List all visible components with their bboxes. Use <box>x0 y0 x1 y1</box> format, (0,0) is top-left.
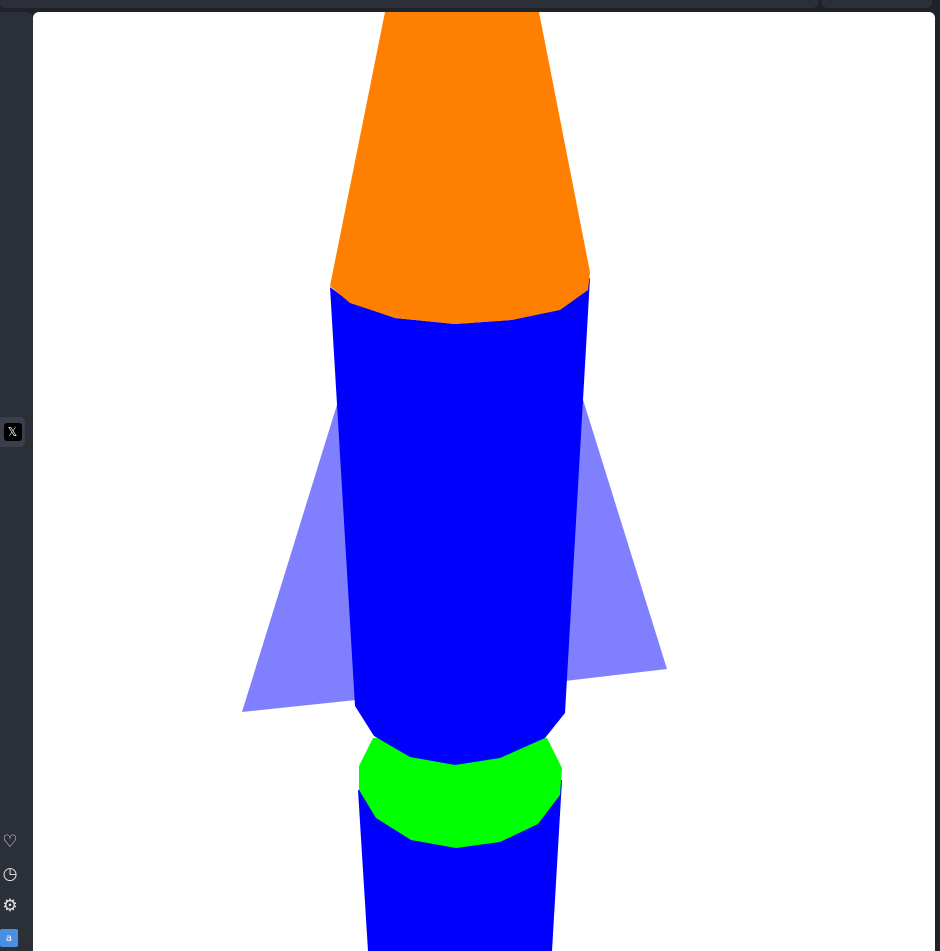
tab-bar-left <box>0 0 818 8</box>
translate-icon[interactable]: a <box>0 929 18 947</box>
nose-cone <box>330 12 590 324</box>
window-right-edge <box>935 12 940 951</box>
heart-icon[interactable]: ♡ <box>0 832 20 852</box>
tab-bar-right <box>822 0 932 8</box>
rocket-scene <box>242 12 667 951</box>
x-logo-icon: 𝕏 <box>3 423 22 441</box>
window-top-strip <box>0 0 940 12</box>
sidebar: 𝕏 ♡ ◷ ⚙ a <box>0 12 33 951</box>
clock-icon[interactable]: ◷ <box>0 864 20 884</box>
3d-viewport[interactable] <box>33 12 935 951</box>
left-fin <box>242 395 356 712</box>
x-share-button[interactable]: 𝕏 <box>0 417 25 447</box>
gear-icon[interactable]: ⚙ <box>0 896 20 916</box>
main-body <box>330 278 590 765</box>
